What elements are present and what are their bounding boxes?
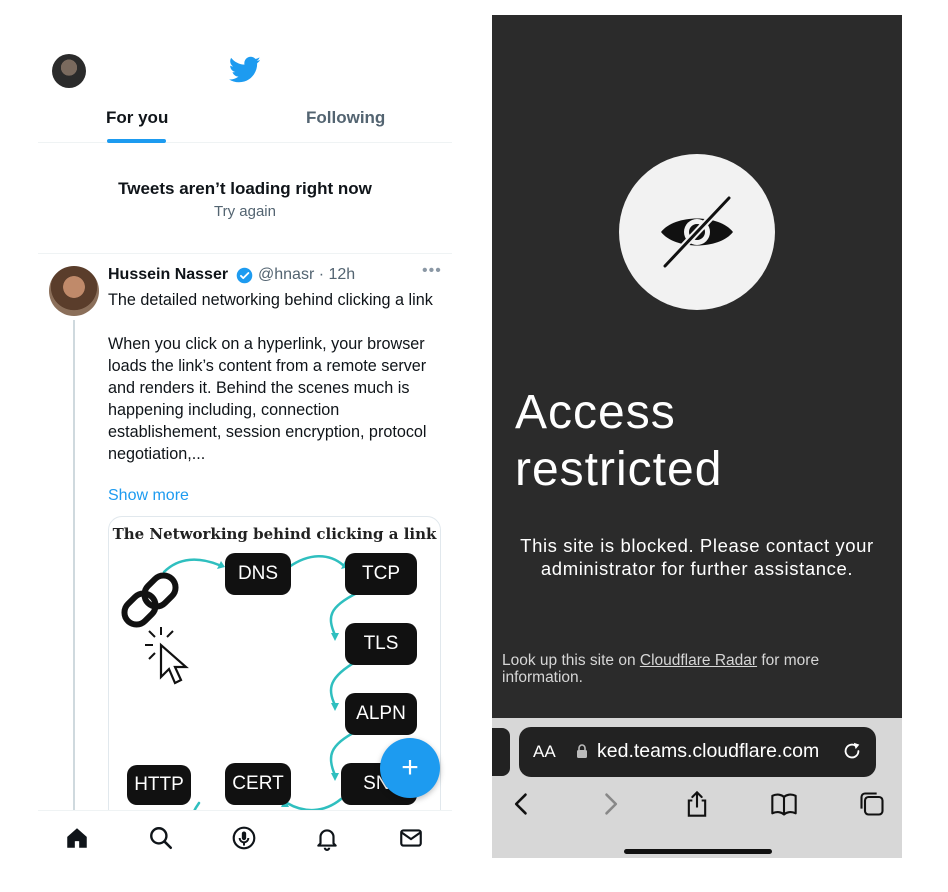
cloudflare-radar-link[interactable]: Cloudflare Radar bbox=[640, 652, 757, 669]
node-tcp: TCP bbox=[345, 553, 417, 595]
tweet[interactable]: Hussein Nasser @hnasr · 12h ••• The deta… bbox=[38, 254, 452, 838]
search-icon[interactable] bbox=[148, 825, 174, 851]
node-dns: DNS bbox=[225, 553, 291, 595]
node-alpn: ALPN bbox=[345, 693, 417, 735]
reader-options-button[interactable]: AA bbox=[533, 742, 556, 762]
home-indicator bbox=[624, 849, 772, 854]
blocked-icon-circle bbox=[619, 154, 775, 310]
tab-for-you[interactable]: For you bbox=[106, 108, 168, 128]
show-more-link[interactable]: Show more bbox=[108, 487, 189, 505]
cursor-icon bbox=[145, 627, 189, 685]
lookup-text: Look up this site on Cloudflare Radar fo… bbox=[502, 652, 892, 686]
lookup-prefix: Look up this site on bbox=[502, 652, 640, 669]
page-title: Access restricted bbox=[515, 386, 723, 496]
author-avatar[interactable] bbox=[49, 266, 99, 316]
share-icon[interactable] bbox=[683, 790, 711, 818]
author-name[interactable]: Hussein Nasser bbox=[108, 266, 228, 284]
twitter-bird-icon bbox=[229, 56, 261, 83]
verified-badge-icon bbox=[236, 267, 253, 284]
back-icon[interactable] bbox=[508, 790, 536, 818]
tabs-icon[interactable] bbox=[858, 790, 886, 818]
thread-line bbox=[73, 320, 75, 820]
chain-link-icon bbox=[121, 572, 179, 628]
node-http: HTTP bbox=[127, 765, 191, 805]
cloudflare-block-page: Access restricted This site is blocked. … bbox=[492, 15, 902, 858]
home-icon[interactable] bbox=[64, 825, 90, 851]
timeline-tabs: For you Following bbox=[38, 102, 452, 143]
compose-tweet-button[interactable]: + bbox=[380, 738, 440, 798]
node-tls: TLS bbox=[345, 623, 417, 665]
try-again-link[interactable]: Try again bbox=[38, 203, 452, 220]
safari-toolbar: AA ked.teams.cloudflare.com bbox=[492, 718, 902, 858]
messages-icon[interactable] bbox=[398, 825, 424, 851]
reload-icon[interactable] bbox=[841, 740, 863, 762]
eye-slash-icon bbox=[661, 195, 733, 269]
tweet-paragraph: The detailed networking behind clicking … bbox=[108, 291, 433, 309]
profile-avatar[interactable] bbox=[52, 54, 86, 88]
loading-error: Tweets aren’t loading right now Try agai… bbox=[38, 143, 452, 254]
previous-tab-edge[interactable] bbox=[492, 728, 510, 776]
bottom-nav bbox=[38, 810, 452, 866]
author-handle[interactable]: @hnasr · 12h bbox=[258, 266, 355, 284]
tweet-text: The detailed networking behind clicking … bbox=[108, 289, 438, 487]
tweet-paragraph: When you click on a hyperlink, your brow… bbox=[108, 335, 427, 463]
error-title: Tweets aren’t loading right now bbox=[118, 179, 372, 198]
lock-icon bbox=[577, 744, 587, 758]
notifications-icon[interactable] bbox=[314, 825, 340, 851]
spaces-icon[interactable] bbox=[231, 825, 257, 851]
blocked-message: This site is blocked. Please contact you… bbox=[520, 535, 874, 579]
tab-following[interactable]: Following bbox=[306, 108, 385, 128]
node-cert: CERT bbox=[225, 763, 291, 805]
more-options-icon[interactable]: ••• bbox=[422, 262, 442, 280]
bookmarks-icon[interactable] bbox=[770, 790, 798, 818]
twitter-app: For you Following Tweets aren’t loading … bbox=[38, 40, 452, 875]
forward-icon[interactable] bbox=[596, 790, 624, 818]
url-text[interactable]: ked.teams.cloudflare.com bbox=[597, 740, 819, 763]
address-bar[interactable]: AA ked.teams.cloudflare.com bbox=[519, 727, 876, 777]
